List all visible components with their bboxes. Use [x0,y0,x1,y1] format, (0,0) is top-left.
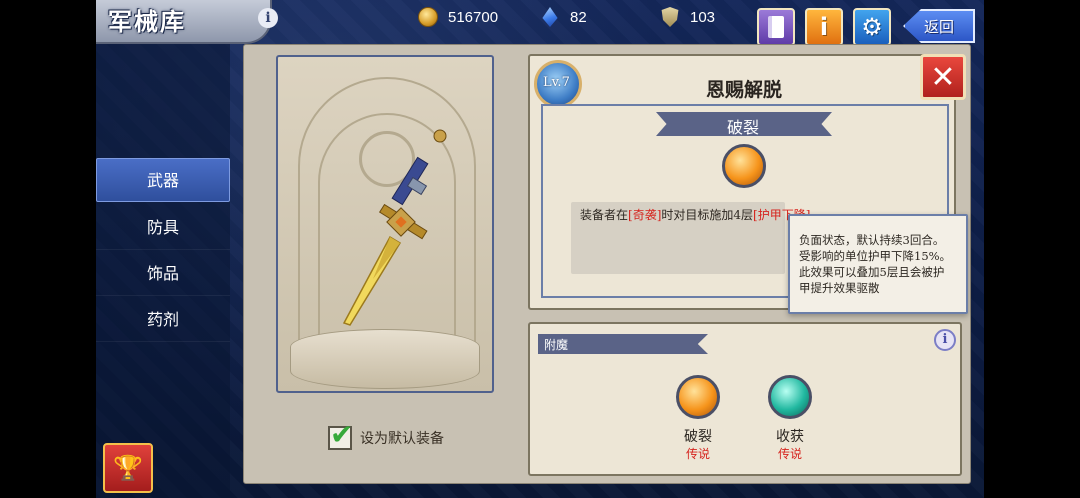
settings-button[interactable]: ⚙ [853,8,891,46]
token-counter: 103 [660,6,715,28]
tooltip-line: 此效果可以叠加5层且会被护 [799,265,945,279]
tooltip-line: 甲提升效果驱散 [799,281,880,295]
tooltip-line: 负面状态，默认持续3回合。 [799,233,945,247]
default-equip-label[interactable]: 设为默认装备 [360,428,444,448]
skill-name: 恩赐解脱 [706,79,783,101]
weapon-display-frame [276,55,494,393]
enchant-slot-rupture[interactable] [676,375,720,419]
sidebar-item-armor[interactable]: 防具 [96,206,230,250]
checkmark-icon: ✔ [330,418,354,451]
trophy-icon: 🏆 [113,454,143,482]
tooltip-line: 受影响的单位护甲下降15%。 [799,249,952,263]
level-text: Lv.7 [543,75,570,90]
sidebar-item-accessories[interactable]: 饰品 [96,252,230,296]
dagger-image [342,129,447,326]
enchant-title: 附魔 [544,338,569,352]
enchant-rarity: 传说 [685,447,710,461]
codex-button[interactable] [757,8,795,46]
trophy-button[interactable]: 🏆 [103,443,153,493]
info-icon: i [819,13,829,41]
coin-icon [418,7,438,27]
gem-value: 82 [570,8,587,26]
sidebar-item-potions[interactable]: 药剂 [96,298,230,342]
coin-counter: 516700 [418,6,498,28]
enchant-info-icon[interactable]: i [934,329,956,351]
enchant-slot-harvest[interactable] [768,375,812,419]
effect-desc-mid: 时对目标施加4层 [661,208,754,222]
token-value: 103 [690,8,716,26]
book-icon [759,10,793,44]
rupture-orb-icon[interactable] [722,144,766,188]
effect-title: 破裂 [727,118,760,137]
armory-screen: 军械库 i 516700 82 103 i ⚙ 返回 武器 防具 饰品 药剂 🏆 [0,0,1080,498]
screen-edge-right [984,0,1080,498]
gem-icon [542,7,558,27]
effect-tag-ambush[interactable]: [奇袭] [628,208,661,222]
back-label[interactable]: 返回 [924,16,954,37]
enchant-name: 破裂 [684,429,712,445]
sidebar-item-weapons[interactable]: 武器 [96,158,230,202]
info-icon[interactable]: i [258,8,278,28]
gear-icon: ⚙ [861,13,883,41]
close-button[interactable]: ✕ [920,54,966,100]
effect-desc-prefix: 装备者在 [580,208,629,222]
coin-value: 516700 [448,8,499,26]
screen-edge-left [0,0,96,498]
enchant-rarity: 传说 [777,447,802,461]
close-icon: ✕ [930,59,956,95]
gem-counter: 82 [540,6,587,28]
help-button[interactable]: i [805,8,843,46]
top-bar: 军械库 i 516700 82 103 i ⚙ 返回 [0,0,1080,46]
page-title: 军械库 [108,7,186,36]
effect-description: 装备者在[奇袭]时对目标施加4层[护甲下降] [580,206,810,223]
shield-token-icon [661,7,679,27]
enchant-name: 收获 [776,429,804,445]
